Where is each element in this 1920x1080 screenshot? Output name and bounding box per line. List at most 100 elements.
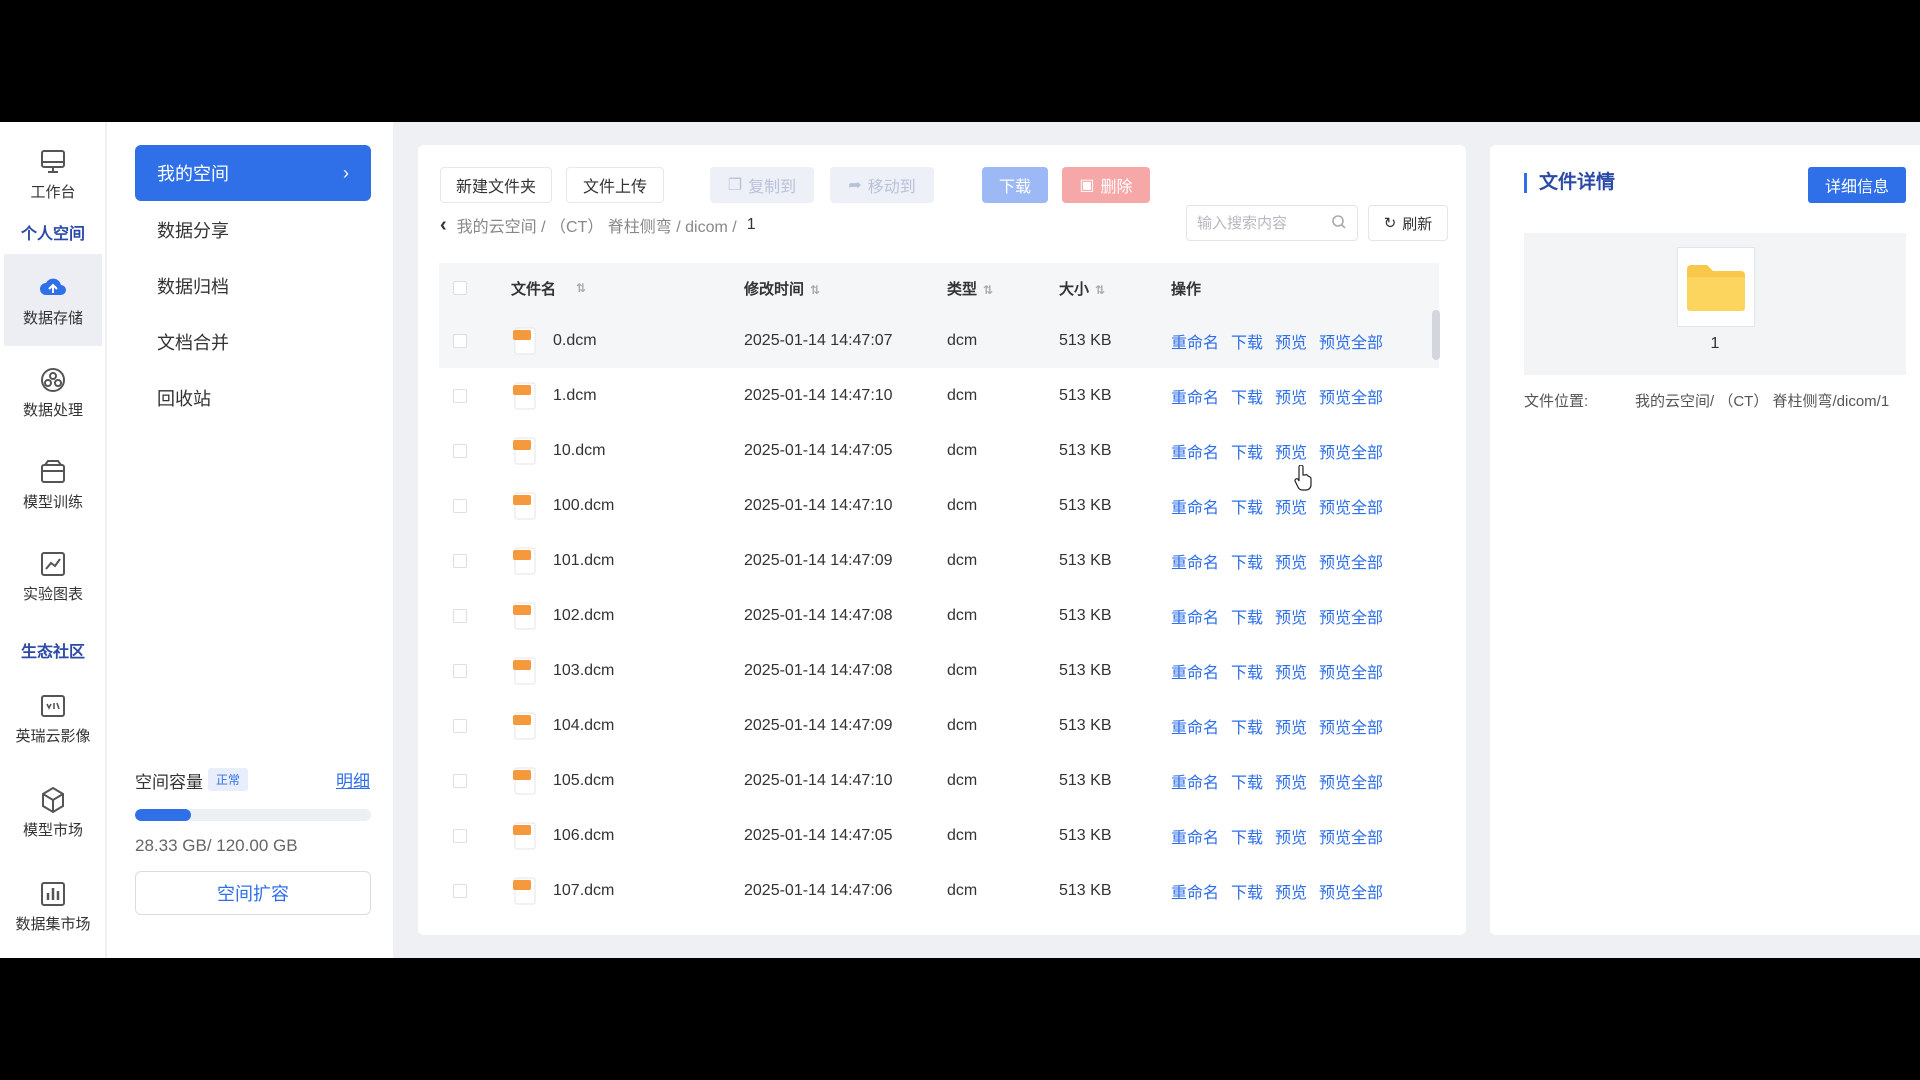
preview-all-link[interactable]: 预览全部 [1319,659,1383,683]
header-modified[interactable]: 修改时间 ⇅ [744,278,947,299]
file-name-cell[interactable]: 0.dcm [511,326,744,356]
rename-link[interactable]: 重命名 [1171,384,1219,408]
file-name-cell[interactable]: 100.dcm [511,491,744,521]
preview-link[interactable]: 预览 [1275,549,1307,573]
back-arrow-icon[interactable]: ‹ [440,214,447,237]
rail-item-workbench[interactable]: 工作台 [4,128,102,220]
preview-link[interactable]: 预览 [1275,824,1307,848]
table-row[interactable]: 107.dcm 2025-01-14 14:47:06 dcm 513 KB 重命名 下载… [439,863,1439,918]
rail-item-model-training[interactable]: 模型训练 [4,438,102,530]
upload-button[interactable]: 文件上传 [566,167,664,203]
row-checkbox[interactable] [453,773,467,788]
select-all-checkbox[interactable] [453,281,467,295]
rename-link[interactable]: 重命名 [1171,439,1219,463]
rail-item-model-market[interactable]: 模型市场 [4,766,102,858]
rename-link[interactable]: 重命名 [1171,329,1219,353]
delete-button[interactable]: ▣ 删除 [1062,167,1150,203]
file-name[interactable]: 102.dcm [553,607,614,625]
file-name-cell[interactable]: 1.dcm [511,381,744,411]
preview-link[interactable]: 预览 [1275,439,1307,463]
table-row[interactable]: 10.dcm 2025-01-14 14:47:05 dcm 513 KB 重命名 下载预… [439,423,1439,478]
table-row[interactable]: 101.dcm 2025-01-14 14:47:09 dcm 513 KB 重命名 下载… [439,533,1439,588]
preview-all-link[interactable]: 预览全部 [1319,439,1383,463]
row-checkbox[interactable] [453,443,467,458]
move-to-button[interactable]: ➦ 移动到 [830,167,934,203]
refresh-button[interactable]: ↻ 刷新 [1368,205,1448,241]
download-link[interactable]: 下载 [1231,439,1263,463]
download-link[interactable]: 下载 [1231,824,1263,848]
row-checkbox[interactable] [453,553,467,568]
sort-icon[interactable]: ⇅ [810,283,820,297]
preview-link[interactable]: 预览 [1275,714,1307,738]
table-row[interactable]: 1.dcm 2025-01-14 14:47:10 dcm 513 KB 重命名 下载 预览… [439,368,1439,423]
nav-item-doc-merge[interactable]: 文档合并 [135,314,371,370]
download-link[interactable]: 下载 [1231,714,1263,738]
preview-all-link[interactable]: 预览全部 [1319,769,1383,793]
row-checkbox[interactable] [453,718,467,733]
preview-all-link[interactable]: 预览全部 [1319,329,1383,353]
expand-space-button[interactable]: 空间扩容 [135,871,371,915]
file-name[interactable]: 106.dcm [553,827,614,845]
preview-all-link[interactable]: 预览全部 [1319,824,1383,848]
copy-to-button[interactable]: ❐ 复制到 [710,167,814,203]
file-name[interactable]: 103.dcm [553,662,614,680]
table-row[interactable]: 0.dcm 2025-01-14 14:47:07 dcm 513 KB 重命名 下载 预览… [439,313,1439,368]
file-name-cell[interactable]: 103.dcm [511,656,744,686]
download-link[interactable]: 下载 [1231,549,1263,573]
table-row[interactable]: 100.dcm 2025-01-14 14:47:10 dcm 513 KB 重命名 下载… [439,478,1439,533]
file-name-cell[interactable]: 107.dcm [511,876,744,906]
table-row[interactable]: 102.dcm 2025-01-14 14:47:08 dcm 513 KB 重命名 下载… [439,588,1439,643]
preview-link[interactable]: 预览 [1275,604,1307,628]
rename-link[interactable]: 重命名 [1171,714,1219,738]
file-name-cell[interactable]: 104.dcm [511,711,744,741]
folder-thumbnail[interactable] [1677,247,1755,327]
download-link[interactable]: 下载 [1231,329,1263,353]
file-name-cell[interactable]: 10.dcm [511,436,744,466]
sort-icon[interactable]: ⇅ [1095,283,1105,297]
rename-link[interactable]: 重命名 [1171,769,1219,793]
search-icon[interactable] [1330,213,1348,231]
rail-item-data-processing[interactable]: 数据处理 [4,346,102,438]
preview-all-link[interactable]: 预览全部 [1319,604,1383,628]
preview-link[interactable]: 预览 [1275,494,1307,518]
row-checkbox[interactable] [453,333,467,348]
breadcrumb-path[interactable]: 我的云空间 / （CT） 脊柱侧弯 / dicom / [457,213,737,237]
file-name[interactable]: 1.dcm [553,387,597,405]
file-name-cell[interactable]: 105.dcm [511,766,744,796]
preview-link[interactable]: 预览 [1275,879,1307,903]
download-link[interactable]: 下载 [1231,384,1263,408]
sort-icon[interactable]: ⇅ [983,283,993,297]
row-checkbox[interactable] [453,663,467,678]
file-name[interactable]: 10.dcm [553,442,605,460]
preview-all-link[interactable]: 预览全部 [1319,549,1383,573]
new-folder-button[interactable]: 新建文件夹 [440,167,552,203]
header-type[interactable]: 类型 ⇅ [947,278,1059,299]
rail-item-yingrui-imaging[interactable]: 英瑞云影像 [4,672,102,764]
rename-link[interactable]: 重命名 [1171,494,1219,518]
rename-link[interactable]: 重命名 [1171,879,1219,903]
preview-link[interactable]: 预览 [1275,329,1307,353]
nav-item-data-archive[interactable]: 数据归档 [135,258,371,314]
rail-item-dataset-market[interactable]: 数据集市场 [4,860,102,952]
file-name[interactable]: 0.dcm [553,332,597,350]
download-link[interactable]: 下载 [1231,879,1263,903]
header-name[interactable]: 文件名 ⇅ [511,278,744,299]
row-checkbox[interactable] [453,883,467,898]
table-row[interactable]: 105.dcm 2025-01-14 14:47:10 dcm 513 KB 重命名 下载… [439,753,1439,808]
preview-link[interactable]: 预览 [1275,769,1307,793]
detail-info-button[interactable]: 详细信息 [1808,167,1906,203]
row-checkbox[interactable] [453,388,467,403]
preview-all-link[interactable]: 预览全部 [1319,384,1383,408]
preview-all-link[interactable]: 预览全部 [1319,879,1383,903]
file-name[interactable]: 104.dcm [553,717,614,735]
rename-link[interactable]: 重命名 [1171,824,1219,848]
rename-link[interactable]: 重命名 [1171,659,1219,683]
rename-link[interactable]: 重命名 [1171,549,1219,573]
download-link[interactable]: 下载 [1231,604,1263,628]
nav-item-recycle-bin[interactable]: 回收站 [135,370,371,426]
table-row[interactable]: 104.dcm 2025-01-14 14:47:09 dcm 513 KB 重命名 下载… [439,698,1439,753]
row-checkbox[interactable] [453,828,467,843]
preview-link[interactable]: 预览 [1275,659,1307,683]
file-name[interactable]: 101.dcm [553,552,614,570]
header-size[interactable]: 大小 ⇅ [1059,278,1171,299]
